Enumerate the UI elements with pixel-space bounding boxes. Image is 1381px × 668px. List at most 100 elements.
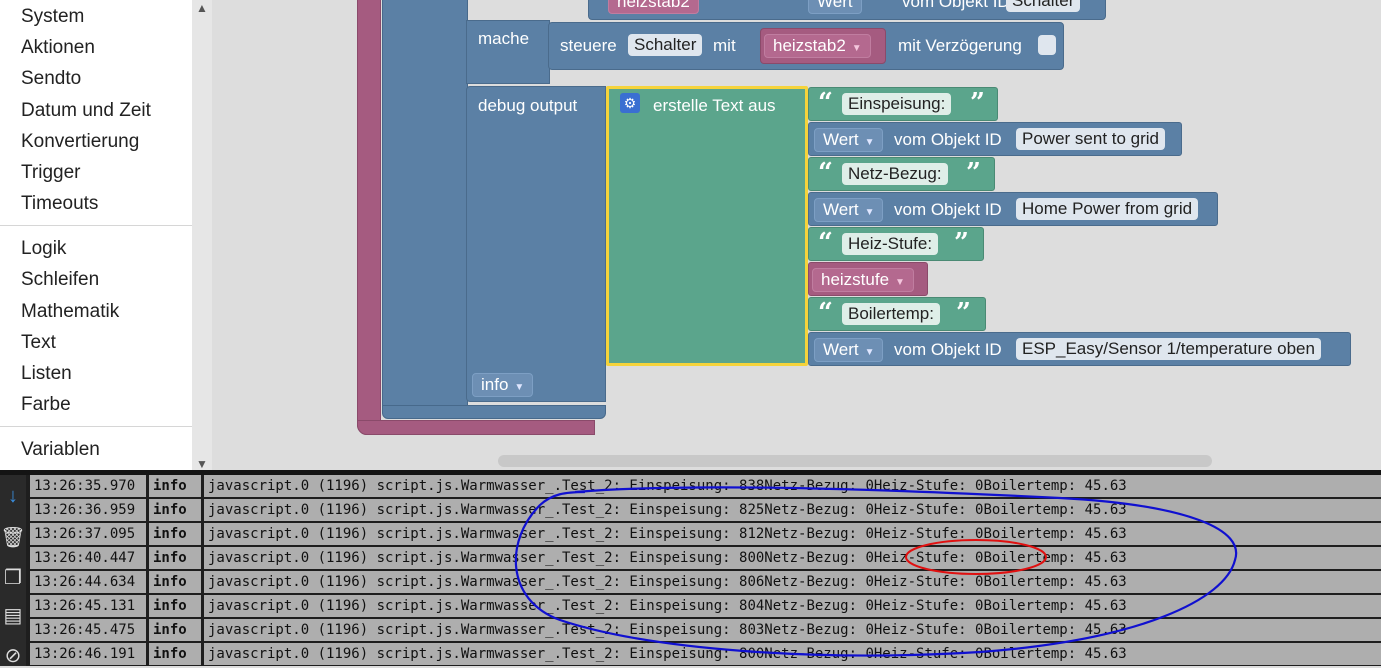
log-time: 13:26:45.131	[30, 595, 146, 617]
blockly-workspace[interactable]: heizstab2 Wert vom Objekt ID Schalter ma…	[212, 0, 1381, 470]
text-field-netz-bezug[interactable]: Netz-Bezug:	[842, 163, 948, 185]
toolbox-separator	[0, 225, 192, 226]
wert-dropdown[interactable]: Wert ▼	[814, 338, 884, 362]
log-severity: info	[149, 499, 201, 521]
log-time: 13:26:35.970	[30, 475, 146, 497]
scroll-down-icon[interactable]: ↓	[0, 485, 26, 508]
toolbox-category-schleifen[interactable]: Schleifen	[21, 269, 99, 291]
object-id-field-top[interactable]: Schalter	[1006, 0, 1081, 12]
chevron-down-icon: ▼	[851, 43, 862, 54]
workspace-horizontal-scrollbar[interactable]	[498, 455, 1212, 467]
vom-objekt-label: vom Objekt ID	[894, 200, 1002, 219]
toolbox-category-text[interactable]: Text	[21, 332, 56, 354]
create-text-block[interactable]	[606, 86, 808, 366]
chevron-down-icon: ▼	[864, 347, 875, 358]
log-message: javascript.0 (1196) script.js.Warmwasser…	[204, 595, 1381, 617]
log-time: 13:26:45.475	[30, 619, 146, 641]
wert-dropdown[interactable]: Wert ▼	[814, 128, 884, 152]
log-row: 13:26:45.131 info javascript.0 (1196) sc…	[30, 595, 1381, 617]
var-heizstufe-dropdown[interactable]: heizstufe ▼	[812, 268, 914, 292]
toolbox-category-system[interactable]: System	[21, 6, 84, 28]
log-severity: info	[149, 523, 201, 545]
toolbox-category-aktionen[interactable]: Aktionen	[21, 37, 95, 59]
log-time: 13:26:44.634	[30, 571, 146, 593]
toolbox-category-mathematik[interactable]: Mathematik	[21, 301, 119, 323]
toolbox-sidebar: System Aktionen Sendto Datum und Zeit Ko…	[0, 0, 192, 470]
log-message: javascript.0 (1196) script.js.Warmwasser…	[204, 475, 1381, 497]
text-field-einspeisung[interactable]: Einspeisung:	[842, 93, 952, 115]
log-severity: info	[149, 547, 201, 569]
log-message: javascript.0 (1196) script.js.Warmwasser…	[204, 619, 1381, 641]
event-block-footer[interactable]	[357, 420, 595, 435]
object-id-field[interactable]: Home Power from grid	[1016, 198, 1199, 220]
log-toolbar: ↓ 🗑 ❐ ▤ ⊘	[0, 475, 26, 668]
log-time: 13:26:37.095	[30, 523, 146, 545]
object-id-field[interactable]: ESP_Easy/Sensor 1/temperature oben	[1016, 338, 1321, 360]
toolbox-category-datum-und-zeit[interactable]: Datum und Zeit	[21, 100, 151, 122]
open-quote-icon: “	[818, 88, 833, 118]
toolbox-category-farbe[interactable]: Farbe	[21, 394, 71, 416]
copy-icon[interactable]: ❐	[0, 565, 26, 590]
trash-icon[interactable]: 🗑	[0, 525, 26, 550]
vom-objekt-label: vom Objekt ID	[894, 340, 1002, 359]
text-field-heiz-stufe[interactable]: Heiz-Stufe:	[842, 233, 939, 255]
chevron-down-icon: ▼	[895, 277, 905, 288]
log-time: 13:26:46.191	[30, 643, 146, 665]
toolbox-category-trigger[interactable]: Trigger	[21, 162, 80, 184]
log-row: 13:26:36.959 info javascript.0 (1196) sc…	[30, 499, 1381, 521]
scroll-up-arrow-icon[interactable]: ▲	[192, 0, 212, 16]
debug-output-block[interactable]	[466, 86, 606, 402]
log-time: 13:26:36.959	[30, 499, 146, 521]
log-severity: info	[149, 643, 201, 665]
create-text-label: erstelle Text aus	[653, 96, 776, 115]
close-quote-icon: ”	[956, 298, 971, 328]
log-message: javascript.0 (1196) script.js.Warmwasser…	[204, 523, 1381, 545]
close-quote-icon: ”	[954, 228, 969, 258]
toolbox-category-sendto[interactable]: Sendto	[21, 68, 81, 90]
toolbox-category-logik[interactable]: Logik	[21, 238, 66, 260]
var-heizstab2-top-dropdown[interactable]: heizstab2	[608, 0, 699, 14]
toolbox-category-konvertierung[interactable]: Konvertierung	[21, 131, 139, 153]
if-block-footer[interactable]	[382, 405, 606, 419]
object-id-field[interactable]: Power sent to grid	[1016, 128, 1166, 150]
log-time: 13:26:40.447	[30, 547, 146, 569]
open-quote-icon: “	[818, 158, 833, 188]
toolbox-category-timeouts[interactable]: Timeouts	[21, 193, 98, 215]
toolbox-category-listen[interactable]: Listen	[21, 363, 72, 385]
toolbox-separator	[0, 426, 192, 427]
log-severity: info	[149, 571, 201, 593]
chevron-down-icon: ▼	[514, 382, 525, 393]
chevron-down-icon: ▼	[864, 207, 875, 218]
log-severity: info	[149, 619, 201, 641]
sidebar-scrollbar[interactable]	[192, 0, 212, 470]
log-message: javascript.0 (1196) script.js.Warmwasser…	[204, 643, 1381, 665]
wert-dropdown[interactable]: Wert ▼	[814, 198, 884, 222]
gear-icon[interactable]: ⚙	[620, 93, 640, 113]
wert-dropdown-top[interactable]: Wert	[808, 0, 862, 14]
if-block-body[interactable]	[382, 0, 468, 418]
close-quote-icon: ”	[970, 88, 985, 118]
scroll-down-arrow-icon[interactable]: ▼	[192, 458, 212, 470]
event-block-body[interactable]	[357, 0, 381, 435]
toolbox-category-variablen[interactable]: Variablen	[21, 439, 100, 461]
log-message: javascript.0 (1196) script.js.Warmwasser…	[204, 499, 1381, 521]
log-row: 13:26:37.095 info javascript.0 (1196) sc…	[30, 523, 1381, 545]
vom-objekt-label: vom Objekt ID	[894, 130, 1002, 149]
hide-icon[interactable]: ⊘	[0, 643, 26, 668]
mit-label: mit	[713, 36, 736, 55]
steuere-target-field[interactable]: Schalter	[628, 34, 703, 56]
close-quote-icon: ”	[966, 158, 981, 188]
log-level-dropdown[interactable]: info ▼	[472, 373, 534, 397]
text-field-boilertemp[interactable]: Boilertemp:	[842, 303, 940, 325]
open-quote-icon: “	[818, 298, 833, 328]
log-row: 13:26:40.447 info javascript.0 (1196) sc…	[30, 547, 1381, 569]
chevron-down-icon: ▼	[864, 137, 875, 148]
debug-output-label: debug output	[478, 96, 578, 115]
delay-checkbox[interactable]	[1038, 35, 1056, 55]
mit-verzoegerung-label: mit Verzögerung	[898, 36, 1022, 55]
log-severity: info	[149, 595, 201, 617]
log-row: 13:26:45.475 info javascript.0 (1196) sc…	[30, 619, 1381, 641]
mache-label: mache	[478, 29, 530, 48]
log-list-icon[interactable]: ▤	[0, 603, 26, 628]
var-heizstab2-dropdown[interactable]: heizstab2 ▼	[764, 34, 871, 58]
